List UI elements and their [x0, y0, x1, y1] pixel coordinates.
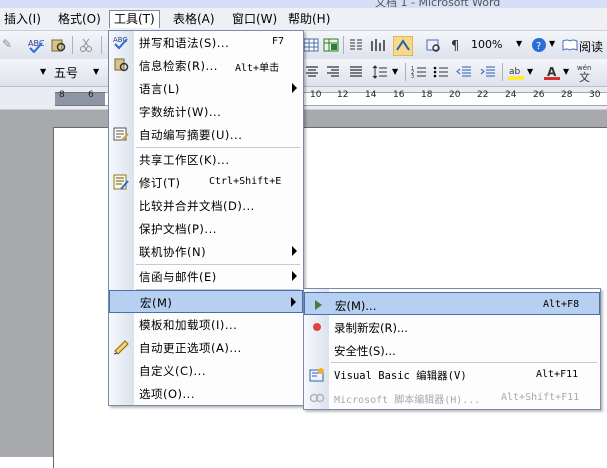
menu-item-language[interactable]: 语言(L)	[109, 77, 303, 100]
menu-item-customize[interactable]: 自定义(C)...	[109, 359, 303, 382]
menu-item-macro[interactable]: 宏(M)	[109, 290, 303, 313]
font-color-dropdown-icon[interactable]: ▼	[563, 67, 569, 76]
ruler-label: 12	[337, 90, 349, 100]
record-icon	[313, 323, 321, 331]
submenu-arrow-icon	[291, 297, 296, 307]
help-dropdown-icon[interactable]: ▼	[549, 39, 555, 48]
ruler-label: 22	[477, 90, 489, 100]
svg-text:?: ?	[536, 41, 541, 52]
ruler-label: 14	[365, 90, 377, 100]
font-color-icon[interactable]: A	[544, 64, 560, 80]
track-changes-icon	[113, 174, 129, 190]
spelling-icon: ABC	[113, 36, 128, 50]
ruler-label: 26	[533, 90, 545, 100]
macro-submenu: 宏(M)... Alt+F8 录制新宏(R)... 安全性(S)... Visu…	[303, 288, 601, 410]
research-icon	[114, 58, 129, 72]
decrease-indent-icon[interactable]	[456, 64, 472, 80]
menu-item-options[interactable]: 选项(O)...	[109, 382, 303, 405]
table-icon[interactable]	[303, 37, 319, 53]
menu-item-autosummarize[interactable]: 自动编写摘要(U)...	[109, 123, 303, 146]
zoom-dropdown-icon[interactable]: ▼	[516, 39, 522, 48]
submenu-arrow-icon	[292, 246, 297, 256]
play-icon	[315, 300, 322, 310]
ruler-label: 30	[589, 90, 601, 100]
font-dropdown-icon[interactable]: ▼	[40, 67, 46, 76]
menu-item-shared-workspace[interactable]: 共享工作区(K)...	[109, 148, 303, 171]
align-right-icon[interactable]	[325, 64, 341, 80]
submenu-item-security[interactable]: 安全性(S)...	[304, 338, 600, 361]
menu-help[interactable]: 帮助(H)	[284, 11, 334, 28]
svg-text:ab: ab	[509, 67, 521, 77]
ruler-label: 20	[449, 90, 461, 100]
ruler-label: 28	[561, 90, 573, 100]
autocorrect-icon	[113, 340, 129, 355]
zoom-value[interactable]: 100%	[471, 38, 502, 51]
menu-item-templates-addins[interactable]: 模板和加载项(I)...	[109, 313, 303, 336]
research-icon[interactable]	[50, 37, 66, 53]
line-spacing-dropdown-icon[interactable]: ▼	[392, 67, 398, 76]
menu-item-online-collaboration[interactable]: 联机协作(N)	[109, 240, 303, 263]
tools-menu: ABC 拼写和语法(S)... F7 信息检索(R)... Alt+单击 语言(…	[108, 30, 304, 406]
phonetic-guide-icon[interactable]: wén文	[576, 62, 598, 82]
window-title: 文档 1 - Microsoft Word	[375, 0, 501, 8]
menu-format[interactable]: 格式(O)	[54, 11, 105, 28]
format-painter-icon[interactable]: ✎	[2, 37, 12, 51]
increase-indent-icon[interactable]	[480, 64, 496, 80]
show-hide-icon[interactable]: ¶	[449, 37, 465, 53]
zoom-icon[interactable]	[425, 37, 441, 53]
font-size-value[interactable]: 五号	[54, 64, 78, 81]
menu-item-letters-mailings[interactable]: 信函与邮件(E)	[109, 265, 303, 288]
columns-icon[interactable]	[348, 37, 364, 53]
cut-icon[interactable]	[78, 37, 94, 53]
menu-item-research[interactable]: 信息检索(R)... Alt+单击	[109, 54, 303, 77]
ruler-label: 6	[88, 90, 94, 100]
menu-item-compare-merge[interactable]: 比较并合并文档(D)...	[109, 194, 303, 217]
bullets-icon[interactable]	[433, 64, 449, 80]
menu-item-word-count[interactable]: 字数统计(W)...	[109, 100, 303, 123]
highlight-dropdown-icon[interactable]: ▼	[527, 67, 533, 76]
menu-item-protect-document[interactable]: 保护文档(P)...	[109, 217, 303, 240]
ruler-label: 24	[505, 90, 517, 100]
svg-text:文: 文	[579, 70, 590, 82]
highlight-icon[interactable]: ab	[508, 64, 524, 80]
vba-editor-icon	[309, 368, 324, 382]
submenu-item-macros[interactable]: 宏(M)... Alt+F8	[304, 292, 600, 315]
menu-item-autocorrect[interactable]: 自动更正选项(A)...	[109, 336, 303, 359]
numbering-icon[interactable]: 123	[411, 64, 427, 80]
read-icon[interactable]	[562, 37, 578, 53]
script-editor-icon	[309, 393, 325, 403]
title-bar: 文档 1 - Microsoft Word	[0, 0, 607, 8]
drawing-icon[interactable]	[370, 37, 386, 53]
submenu-item-script-editor: Microsoft 脚本编辑器(H)... Alt+Shift+F11	[304, 386, 600, 409]
align-center-icon[interactable]	[304, 64, 320, 80]
document-map-icon[interactable]	[393, 36, 413, 56]
submenu-item-record-macro[interactable]: 录制新宏(R)...	[304, 315, 600, 338]
submenu-item-vba-editor[interactable]: Visual Basic 编辑器(V) Alt+F11	[304, 363, 600, 386]
font-size-dropdown-icon[interactable]: ▼	[93, 67, 99, 76]
excel-table-icon[interactable]	[323, 37, 339, 53]
ruler-label: 16	[393, 90, 405, 100]
svg-text:A: A	[547, 65, 557, 79]
read-button[interactable]: 阅读	[579, 38, 603, 55]
help-icon[interactable]: ?	[531, 37, 547, 53]
menu-insert[interactable]: 插入(I)	[0, 11, 45, 28]
menu-item-spelling[interactable]: ABC 拼写和语法(S)... F7	[109, 31, 303, 54]
justify-icon[interactable]	[348, 64, 364, 80]
svg-text:¶: ¶	[451, 39, 459, 53]
submenu-arrow-icon	[292, 271, 297, 281]
menu-item-track-changes[interactable]: 修订(T) Ctrl+Shift+E	[109, 171, 303, 194]
ruler-label: 18	[421, 90, 433, 100]
menu-window[interactable]: 窗口(W)	[228, 11, 281, 28]
line-spacing-icon[interactable]	[372, 64, 388, 80]
ruler-label: 10	[310, 90, 322, 100]
menu-tools[interactable]: 工具(T)	[109, 10, 160, 28]
autosummarize-icon	[113, 127, 129, 141]
spelling-icon[interactable]: ABC	[28, 37, 44, 53]
menu-table[interactable]: 表格(A)	[169, 11, 219, 28]
ruler-label: 8	[59, 90, 65, 100]
menu-bar: 插入(I) 格式(O) 工具(T) 表格(A) 窗口(W) 帮助(H)	[0, 8, 607, 31]
svg-text:3: 3	[411, 74, 414, 80]
submenu-arrow-icon	[292, 83, 297, 93]
